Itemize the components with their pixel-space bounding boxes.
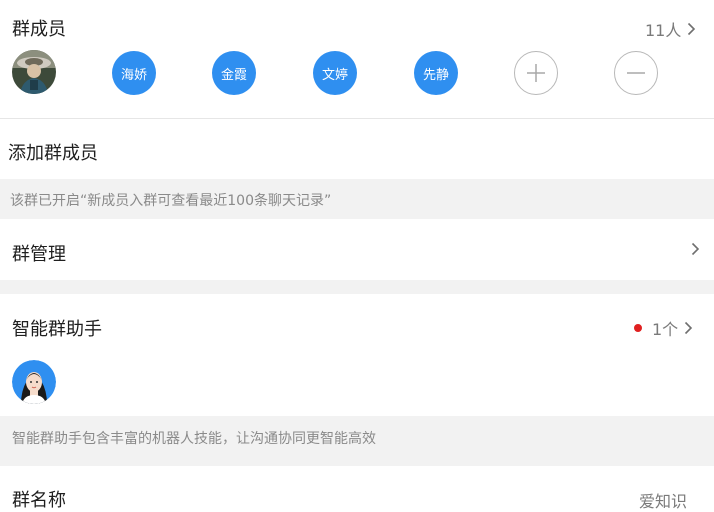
group-name-value: 爱知识 <box>639 492 688 511</box>
chevron-right-icon <box>684 321 693 335</box>
members-count: 11人 <box>645 21 682 40</box>
chevron-right-icon <box>687 22 696 36</box>
add-members-row[interactable]: 添加群成员 <box>0 119 714 179</box>
group-name-label: 群名称 <box>12 490 66 511</box>
member-avatar[interactable]: 先静 <box>414 51 458 95</box>
avatar-photo-icon <box>12 50 56 94</box>
member-avatar[interactable]: 海娇 <box>112 51 156 95</box>
group-manage-row[interactable]: 群管理 <box>0 220 714 280</box>
plus-icon <box>527 64 545 82</box>
section-spacer <box>0 280 714 294</box>
add-member-button[interactable] <box>514 51 558 95</box>
member-name: 先静 <box>422 67 449 83</box>
assistant-count: 1个 <box>652 320 679 339</box>
assistant-description-bar: 智能群助手包含丰富的机器人技能，让沟通协同更智能高效 <box>0 416 714 466</box>
add-members-label: 添加群成员 <box>8 143 98 164</box>
assistant-title: 智能群助手 <box>12 319 102 340</box>
members-count-link[interactable]: 11人 <box>645 17 696 41</box>
members-title: 群成员 <box>12 19 66 40</box>
members-notice: 该群已开启“新成员入群可查看最近100条聊天记录” <box>0 179 714 219</box>
assistant-section: 智能群助手 1个 <box>0 294 714 416</box>
chevron-right-icon <box>691 242 700 256</box>
assistant-avatar[interactable] <box>12 360 56 404</box>
remove-member-button[interactable] <box>614 51 658 95</box>
red-dot-badge <box>634 324 642 332</box>
group-manage-label: 群管理 <box>12 244 66 265</box>
assistant-count-link[interactable]: 1个 <box>634 316 693 340</box>
members-notice-text: 该群已开启“新成员入群可查看最近100条聊天记录” <box>10 193 332 209</box>
member-avatar[interactable]: 文婷 <box>313 51 357 95</box>
member-name: 文婷 <box>321 67 348 83</box>
assistant-description: 智能群助手包含丰富的机器人技能，让沟通协同更智能高效 <box>12 431 376 447</box>
member-avatar[interactable]: 金霞 <box>212 51 256 95</box>
member-name: 金霞 <box>220 67 247 83</box>
member-name: 海娇 <box>120 67 147 83</box>
members-section: 群成员 11人 海娇 金霞 文婷 先静 <box>0 0 714 118</box>
assistant-robot-avatar-icon <box>12 360 56 404</box>
minus-icon <box>627 72 645 74</box>
group-name-row[interactable]: 群名称 爱知识 <box>0 466 714 511</box>
member-avatar-photo[interactable] <box>12 50 56 94</box>
